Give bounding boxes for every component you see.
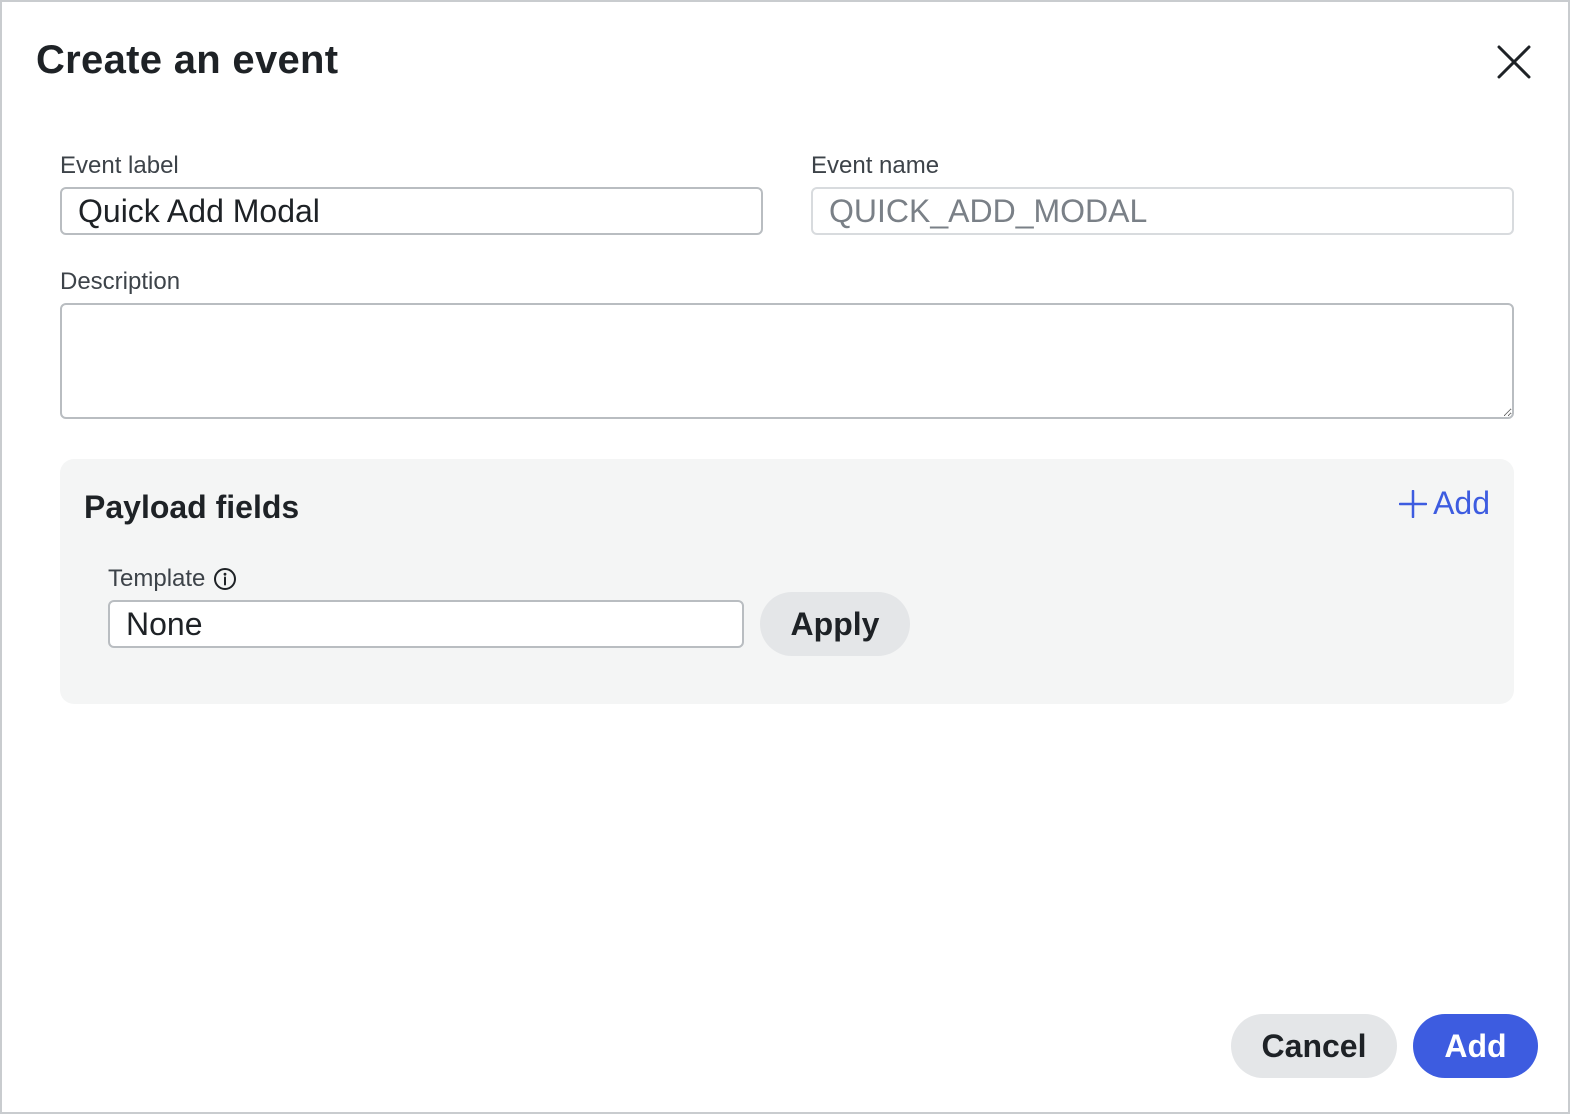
add-payload-field-label: Add	[1433, 485, 1490, 521]
template-select-value: None	[126, 605, 203, 642]
close-button[interactable]	[1490, 38, 1538, 86]
template-select[interactable]: None	[108, 600, 744, 648]
info-icon[interactable]	[213, 567, 237, 591]
payload-fields-panel: Payload fields Add Template None Apply	[60, 459, 1514, 704]
close-icon	[1497, 45, 1531, 79]
dialog-title: Create an event	[36, 38, 339, 82]
event-name-label: Event name	[811, 152, 940, 179]
apply-button[interactable]: Apply	[760, 592, 910, 656]
description-label: Description	[60, 268, 181, 295]
add-payload-field-button[interactable]: Add	[1399, 485, 1490, 522]
payload-fields-title: Payload fields	[84, 489, 300, 525]
event-label-input[interactable]	[60, 187, 763, 235]
template-label: Template	[108, 565, 237, 593]
cancel-button[interactable]: Cancel	[1231, 1014, 1397, 1078]
plus-icon	[1399, 489, 1428, 518]
add-button[interactable]: Add	[1413, 1014, 1538, 1078]
description-textarea[interactable]	[60, 303, 1514, 419]
event-label-label: Event label	[60, 152, 179, 179]
create-event-dialog: Create an event Event label Event name D…	[0, 0, 1570, 1114]
template-label-text: Template	[108, 565, 206, 592]
event-name-input[interactable]	[811, 187, 1514, 235]
